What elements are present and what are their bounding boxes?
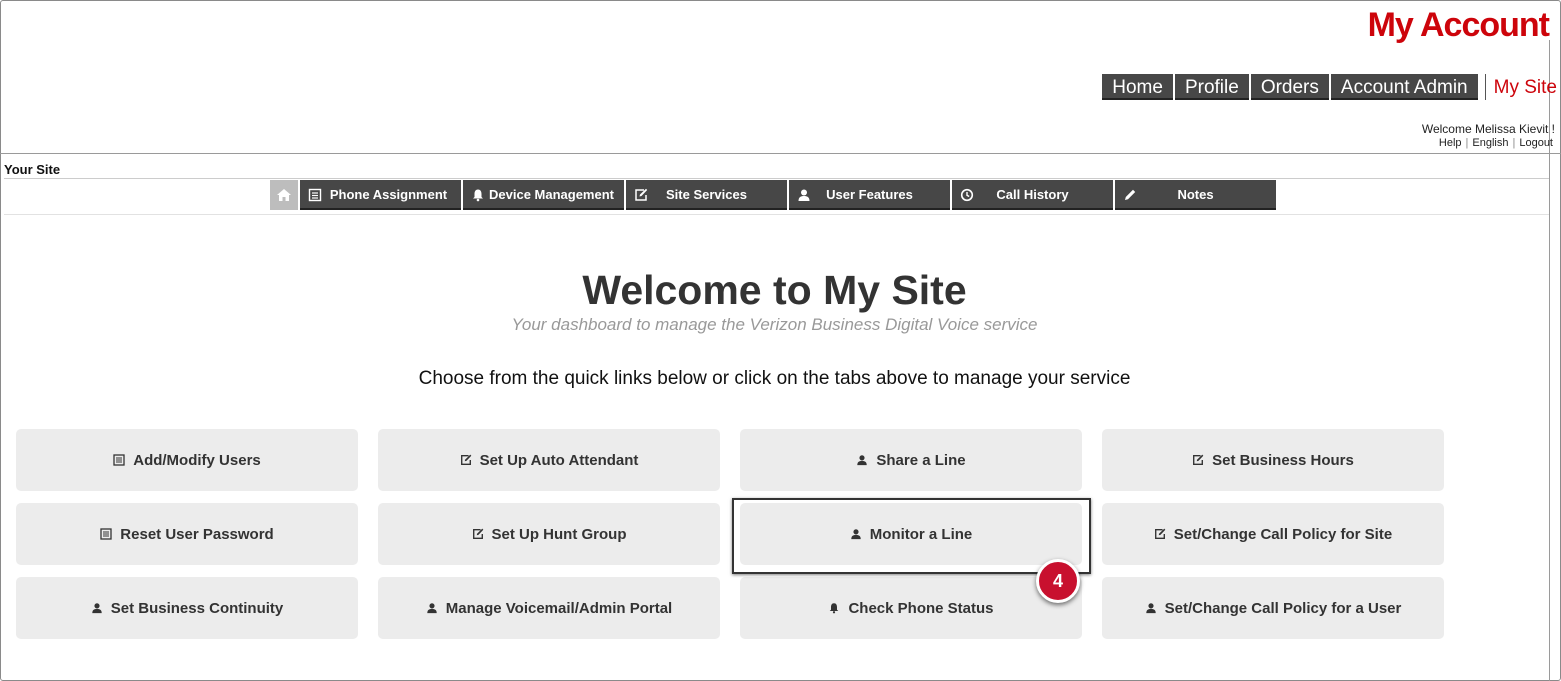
welcome-heading: Welcome to My Site (582, 267, 967, 313)
header-divider (0, 153, 1561, 154)
top-nav-my-site[interactable]: My Site (1494, 77, 1557, 98)
bell-icon (473, 189, 483, 202)
list-icon (100, 528, 112, 540)
tabs-divider (4, 214, 1549, 215)
home-icon (277, 189, 291, 201)
user-icon (851, 529, 861, 540)
help-link[interactable]: Help (1435, 137, 1466, 149)
clock-icon (960, 188, 974, 202)
home-tab[interactable] (270, 180, 298, 210)
edit-icon (1193, 454, 1204, 465)
top-nav-home[interactable]: Home (1102, 74, 1173, 100)
top-nav: Home Profile Orders Account Admin My Sit… (1100, 74, 1557, 100)
utility-links: Help | English | Logout (1435, 137, 1557, 149)
top-nav-orders[interactable]: Orders (1250, 74, 1329, 100)
tab-notes[interactable]: Notes (1115, 180, 1276, 210)
quick-link-label: Set Up Hunt Group (491, 525, 627, 543)
edit-icon (1154, 528, 1166, 539)
quick-link-label: Monitor a Line (869, 525, 973, 543)
quick-link-label: Set/Change Call Policy for a User (1164, 599, 1402, 617)
tab-user-features[interactable]: User Features (789, 180, 950, 210)
top-nav-account-admin[interactable]: Account Admin (1330, 74, 1478, 100)
tab-phone-assignment[interactable]: Phone Assignment (300, 180, 461, 210)
list-icon (113, 454, 125, 466)
user-icon (798, 189, 810, 201)
tab-device-management[interactable]: Device Management (463, 180, 624, 210)
quick-link-check-phone-status[interactable]: Check Phone Status (740, 577, 1082, 639)
tab-site-services[interactable]: Site Services (626, 180, 787, 210)
step-callout-badge: 4 (1036, 559, 1080, 603)
user-icon (1145, 603, 1156, 614)
quick-link-label: Share a Line (876, 451, 966, 469)
top-nav-profile[interactable]: Profile (1174, 74, 1249, 100)
quick-link-call-policy-site[interactable]: Set/Change Call Policy for Site (1102, 503, 1444, 565)
quick-links: Add/Modify Users Set Up Auto Attendant S… (16, 429, 1444, 639)
quick-link-add-modify-users[interactable]: Add/Modify Users (16, 429, 358, 491)
welcome-message: Welcome Melissa Kievit ! (1421, 122, 1555, 136)
language-link[interactable]: English (1468, 137, 1512, 149)
edit-icon (460, 454, 471, 465)
bell-icon (830, 603, 839, 614)
section-divider (4, 178, 1549, 179)
quick-link-reset-user-password[interactable]: Reset User Password (16, 503, 358, 565)
tab-label: User Features (826, 186, 913, 202)
tab-call-history[interactable]: Call History (952, 180, 1113, 210)
quick-link-label: Check Phone Status (848, 599, 994, 617)
edit-icon (635, 188, 648, 201)
quick-link-call-policy-user[interactable]: Set/Change Call Policy for a User (1102, 577, 1444, 639)
pencil-icon (1125, 189, 1136, 200)
quick-link-label: Set Up Auto Attendant (479, 451, 639, 469)
quick-link-set-up-hunt-group[interactable]: Set Up Hunt Group (378, 503, 720, 565)
quick-link-manage-voicemail[interactable]: Manage Voicemail/Admin Portal (378, 577, 720, 639)
quick-link-label: Set Business Hours (1212, 451, 1354, 469)
tab-label: Device Management (489, 186, 614, 202)
quick-link-share-a-line[interactable]: Share a Line (740, 429, 1082, 491)
quick-link-set-business-hours[interactable]: Set Business Hours (1102, 429, 1444, 491)
tab-label: Notes (1177, 186, 1214, 202)
quick-link-label: Manage Voicemail/Admin Portal (445, 599, 673, 617)
nav-divider (1484, 74, 1486, 100)
quick-link-label: Set/Change Call Policy for Site (1173, 525, 1393, 543)
page-title: My Account (1367, 6, 1550, 44)
section-label: Your Site (4, 162, 61, 177)
quick-link-label: Set Business Continuity (110, 599, 284, 617)
instructions-text: Choose from the quick links below or cli… (418, 368, 1131, 389)
welcome-subtitle: Your dashboard to manage the Verizon Bus… (511, 315, 1038, 334)
tab-label: Call History (996, 186, 1069, 202)
tab-label: Site Services (666, 186, 747, 202)
tab-label: Phone Assignment (329, 186, 448, 202)
logout-link[interactable]: Logout (1515, 137, 1557, 149)
quick-link-label: Reset User Password (120, 525, 274, 543)
list-icon (308, 188, 322, 202)
quick-link-set-business-continuity[interactable]: Set Business Continuity (16, 577, 358, 639)
quick-link-set-up-auto-attendant[interactable]: Set Up Auto Attendant (378, 429, 720, 491)
quick-link-monitor-a-line[interactable]: Monitor a Line (740, 503, 1082, 565)
user-icon (92, 603, 102, 614)
user-icon (857, 455, 868, 466)
quick-link-label: Add/Modify Users (133, 451, 261, 469)
site-tabs: Phone Assignment Device Management Site … (270, 180, 1278, 210)
edit-icon (472, 528, 483, 539)
user-icon (427, 603, 437, 614)
